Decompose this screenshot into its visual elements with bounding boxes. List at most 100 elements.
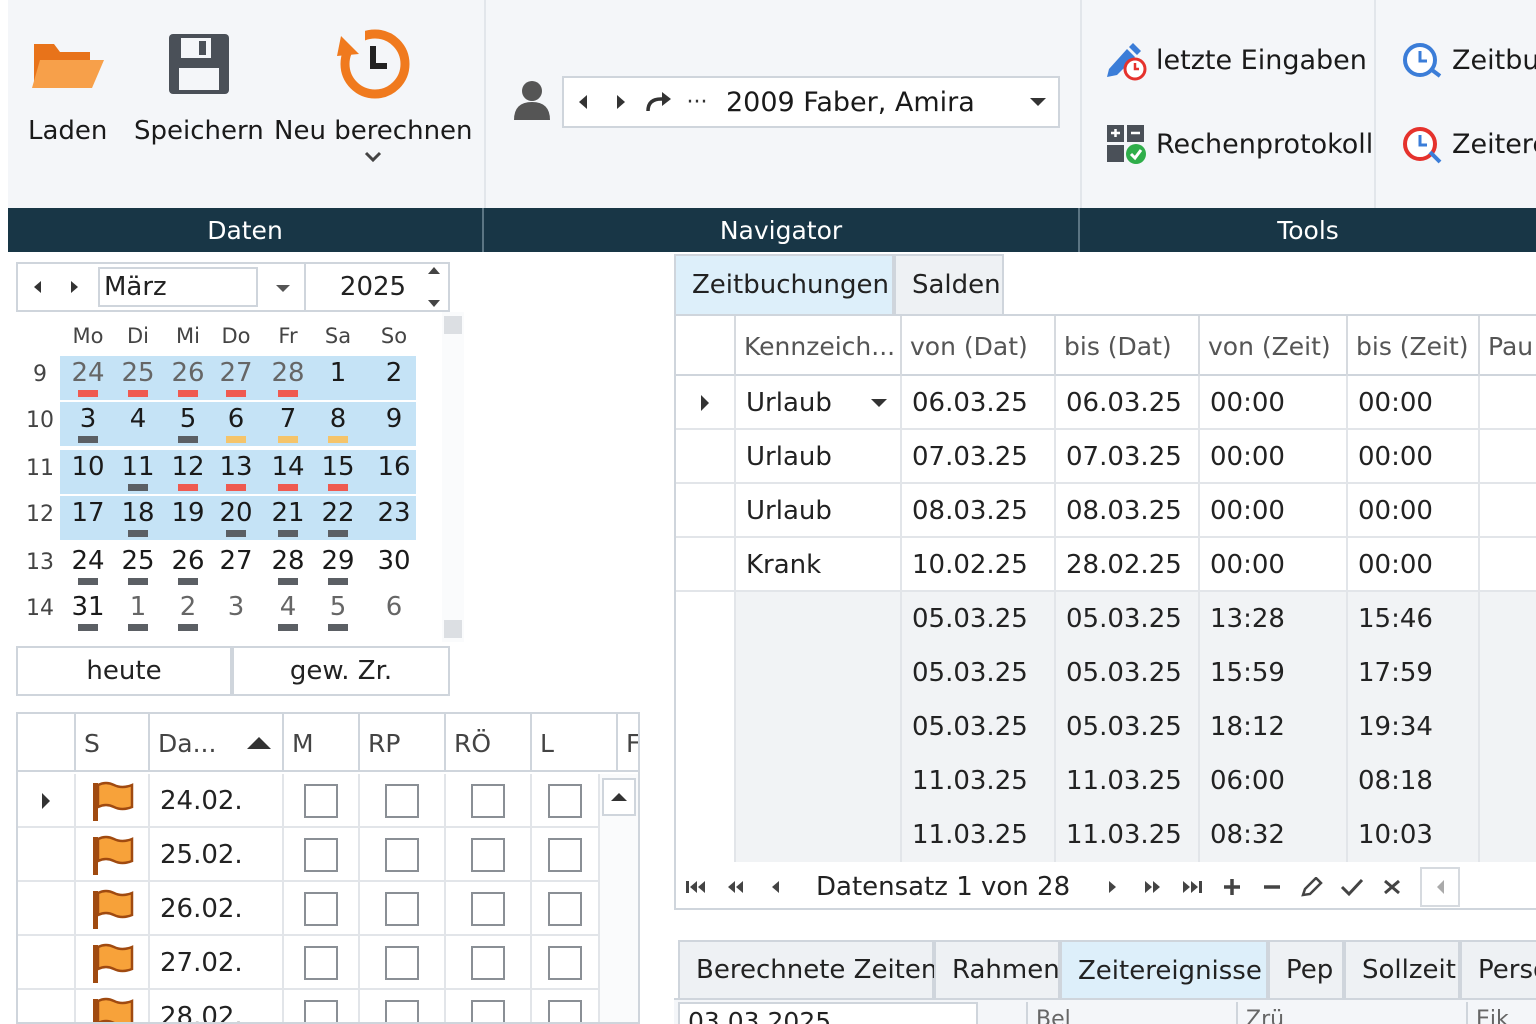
column-header[interactable]: S	[76, 714, 150, 772]
table-row[interactable]: Urlaub 06.03.25 06.03.25 00:00 00:00	[676, 376, 1536, 430]
time-booking-button[interactable]: Zeitbuc	[1400, 38, 1536, 82]
table-row[interactable]: 11.03.25 11.03.25 06:00 08:18	[676, 754, 1536, 808]
calendar-day[interactable]: 28	[264, 546, 312, 576]
calendar-day[interactable]: 10	[64, 452, 112, 482]
calendar-day[interactable]: 25	[114, 546, 162, 576]
column-header[interactable]: L	[532, 714, 618, 772]
today-button[interactable]: heute	[16, 646, 232, 696]
grid-scrollbar[interactable]	[598, 774, 638, 1022]
next-month-button[interactable]	[56, 264, 94, 310]
type-cell[interactable]	[736, 592, 902, 646]
checkbox[interactable]	[304, 892, 338, 926]
save-record-button[interactable]	[1332, 867, 1372, 907]
column-header[interactable]: Kennzeich...	[736, 316, 902, 376]
column-header[interactable]: von (Zeit)	[1200, 316, 1348, 376]
type-cell[interactable]	[736, 808, 902, 862]
calendar-day[interactable]: 22	[314, 498, 362, 528]
calendar-day[interactable]: 24	[64, 358, 112, 388]
checkbox[interactable]	[548, 838, 582, 872]
calendar-day[interactable]: 14	[264, 452, 312, 482]
prev-page-button[interactable]	[716, 867, 756, 907]
employee-dropdown-button[interactable]	[1018, 78, 1058, 126]
calendar-day[interactable]: 2	[164, 592, 212, 622]
prev-month-button[interactable]	[18, 264, 56, 310]
column-header[interactable]: bis (Zeit)	[1348, 316, 1480, 376]
calendar-day[interactable]: 8	[314, 404, 362, 434]
calendar-day[interactable]: 7	[264, 404, 312, 434]
calendar-day[interactable]: 23	[370, 498, 418, 528]
checkbox[interactable]	[548, 892, 582, 926]
calendar-day[interactable]: 26	[164, 358, 212, 388]
first-record-button[interactable]	[676, 867, 716, 907]
checkbox[interactable]	[304, 784, 338, 818]
employee-value[interactable]: 2009 Faber, Amira	[716, 87, 1018, 118]
calendar-day[interactable]: 3	[64, 404, 112, 434]
column-header[interactable]: M	[284, 714, 360, 772]
table-row[interactable]: 05.03.25 05.03.25 18:12 19:34	[676, 700, 1536, 754]
calc-log-button[interactable]: Rechenprotokoll	[1104, 122, 1373, 166]
calendar-day[interactable]: 4	[264, 592, 312, 622]
add-record-button[interactable]	[1212, 867, 1252, 907]
table-row[interactable]: 05.03.25 05.03.25 13:28 15:46	[676, 592, 1536, 646]
last-record-button[interactable]	[1172, 867, 1212, 907]
calendar-day[interactable]: 5	[314, 592, 362, 622]
save-button[interactable]: Speichern	[134, 24, 264, 146]
dropdown-arrow-icon[interactable]	[870, 398, 888, 408]
table-row[interactable]: 27.02.	[18, 936, 600, 990]
edit-record-button[interactable]	[1292, 867, 1332, 907]
cancel-record-button[interactable]	[1372, 867, 1412, 907]
checkbox[interactable]	[548, 946, 582, 980]
prev-employee-button[interactable]	[564, 78, 602, 126]
year-input[interactable]: 2025	[308, 264, 418, 310]
calendar-day[interactable]: 19	[164, 498, 212, 528]
checkbox[interactable]	[304, 838, 338, 872]
calendar-day[interactable]: 5	[164, 404, 212, 434]
checkbox[interactable]	[471, 1000, 505, 1022]
column-header[interactable]: bis (Dat)	[1056, 316, 1200, 376]
table-row[interactable]: 05.03.25 05.03.25 15:59 17:59	[676, 646, 1536, 700]
tab-zeitbuchungen[interactable]: Zeitbuchungen	[674, 254, 894, 314]
calendar-day[interactable]: 13	[212, 452, 260, 482]
table-row[interactable]: 25.02.	[18, 828, 600, 882]
type-cell[interactable]: Krank	[736, 538, 902, 592]
tab-sollzeit[interactable]: Sollzeit	[1344, 940, 1460, 998]
type-cell[interactable]	[736, 646, 902, 700]
calendar-day[interactable]: 25	[114, 358, 162, 388]
calendar-day[interactable]: 28	[264, 358, 312, 388]
event-date-input[interactable]: 03.03.2025	[678, 1002, 978, 1024]
delete-record-button[interactable]	[1252, 867, 1292, 907]
calendar-day[interactable]: 16	[370, 452, 418, 482]
spin-up-icon[interactable]	[427, 266, 441, 275]
calendar-day[interactable]: 30	[370, 546, 418, 576]
time-event-button[interactable]: Zeitere	[1400, 122, 1536, 166]
next-page-button[interactable]	[1132, 867, 1172, 907]
column-header[interactable]: Da...	[150, 714, 284, 772]
calendar-day[interactable]: 20	[212, 498, 260, 528]
calendar-day[interactable]: 6	[370, 592, 418, 622]
checkbox[interactable]	[471, 946, 505, 980]
checkbox[interactable]	[304, 1000, 338, 1022]
tab-salden[interactable]: Salden	[894, 254, 1004, 314]
table-row[interactable]: Urlaub 07.03.25 07.03.25 00:00 00:00	[676, 430, 1536, 484]
chevron-down-icon[interactable]	[364, 150, 382, 164]
column-header[interactable]: RÖ	[446, 714, 532, 772]
scroll-thumb[interactable]	[444, 316, 462, 334]
checkbox[interactable]	[385, 1000, 419, 1022]
type-cell[interactable]	[736, 754, 902, 808]
tab-zeitereignisse[interactable]: Zeitereignisse	[1060, 940, 1268, 1000]
checkbox[interactable]	[304, 946, 338, 980]
tab-rahmen[interactable]: Rahmen	[934, 940, 1060, 998]
calendar-scrollbar[interactable]	[442, 312, 464, 642]
calendar-day[interactable]: 24	[64, 546, 112, 576]
checkbox[interactable]	[471, 838, 505, 872]
last-entries-button[interactable]: letzte Eingaben	[1104, 38, 1367, 82]
column-header[interactable]: Pau	[1480, 316, 1536, 376]
next-record-button[interactable]	[1092, 867, 1132, 907]
calendar-day[interactable]: 12	[164, 452, 212, 482]
spin-down-icon[interactable]	[427, 299, 441, 308]
type-cell[interactable]: Urlaub	[736, 484, 902, 538]
column-header[interactable]: F	[618, 714, 638, 772]
calendar-day[interactable]: 6	[212, 404, 260, 434]
calendar-day[interactable]: 27	[212, 546, 260, 576]
checkbox[interactable]	[548, 1000, 582, 1022]
